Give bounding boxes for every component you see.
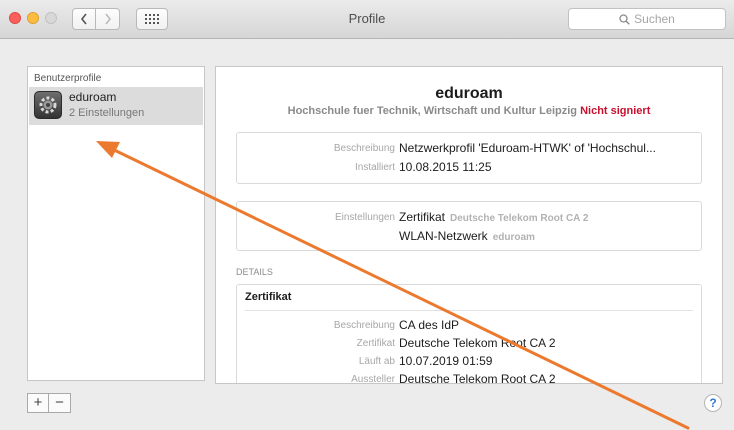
einstellungen-label: Einstellungen bbox=[334, 212, 395, 223]
divider bbox=[245, 310, 693, 311]
title-bar: Profile Suchen bbox=[0, 0, 734, 39]
signature-status: Nicht signiert bbox=[580, 105, 651, 117]
add-remove-controls: + − bbox=[27, 393, 71, 413]
sidebar-item-eduroam[interactable]: eduroam 2 Einstellungen bbox=[29, 87, 203, 125]
installiert-row: Installiert 10.08.2015 11:25 bbox=[237, 160, 701, 176]
settings-box: Einstellungen Zertifikat Deutsche Telekom… bbox=[236, 201, 702, 251]
profile-name: eduroam bbox=[69, 90, 117, 104]
beschreibung-row: Beschreibung Netzwerkprofil 'Eduroam-HTW… bbox=[237, 141, 701, 157]
profile-detail-pane[interactable]: eduroam Hochschule fuer Technik, Wirtsch… bbox=[215, 66, 723, 384]
detail-row: Beschreibung CA des IdP bbox=[237, 318, 701, 334]
sidebar-header: Benutzerprofile bbox=[34, 73, 102, 84]
detail-row: Läuft ab 10.07.2019 01:59 bbox=[237, 354, 701, 370]
remove-profile-button[interactable]: − bbox=[49, 393, 71, 413]
search-placeholder: Suchen bbox=[634, 12, 675, 26]
einstellungen-row: Einstellungen Zertifikat Deutsche Telekom… bbox=[237, 210, 701, 226]
organization-name: Hochschule fuer Technik, Wirtschaft und … bbox=[287, 105, 578, 117]
einstellung-type: Zertifikat bbox=[399, 210, 446, 224]
beschreibung-label: Beschreibung bbox=[333, 143, 395, 154]
einstellung-detail: eduroam bbox=[492, 232, 535, 243]
installiert-label: Installiert bbox=[354, 162, 395, 173]
help-button[interactable]: ? bbox=[704, 394, 722, 412]
profile-title: eduroam bbox=[435, 85, 503, 102]
certificate-section-title: Zertifikat bbox=[245, 291, 292, 303]
profile-settings-count: 2 Einstellungen bbox=[69, 107, 145, 119]
search-field[interactable]: Suchen bbox=[568, 8, 726, 30]
detail-label: Aussteller bbox=[351, 374, 395, 384]
profile-info-box: Beschreibung Netzwerkprofil 'Eduroam-HTW… bbox=[236, 132, 702, 184]
detail-value: Deutsche Telekom Root CA 2 bbox=[399, 336, 556, 350]
detail-value: 10.07.2019 01:59 bbox=[399, 354, 493, 368]
einstellung-item: WLAN-Netzwerk eduroam bbox=[399, 229, 535, 243]
detail-label: Beschreibung bbox=[333, 320, 395, 331]
detail-label: Läuft ab bbox=[358, 356, 395, 367]
profile-gear-icon bbox=[34, 91, 62, 119]
search-icon bbox=[619, 13, 630, 25]
detail-value: Deutsche Telekom Root CA 2 bbox=[399, 372, 556, 384]
detail-row: Aussteller Deutsche Telekom Root CA 2 bbox=[237, 372, 701, 384]
certificate-details-box: Zertifikat Beschreibung CA des IdP Zerti… bbox=[236, 284, 702, 384]
einstellungen-row-2: WLAN-Netzwerk eduroam bbox=[237, 229, 701, 245]
detail-row: Zertifikat Deutsche Telekom Root CA 2 bbox=[237, 336, 701, 352]
detail-value: CA des IdP bbox=[399, 318, 460, 332]
einstellung-detail: Deutsche Telekom Root CA 2 bbox=[450, 213, 589, 224]
einstellung-item: Zertifikat Deutsche Telekom Root CA 2 bbox=[399, 210, 588, 224]
beschreibung-value: Netzwerkprofil 'Eduroam-HTWK' of 'Hochsc… bbox=[399, 141, 656, 155]
add-profile-button[interactable]: + bbox=[27, 393, 49, 413]
einstellung-type: WLAN-Netzwerk bbox=[399, 229, 488, 243]
installiert-value: 10.08.2015 11:25 bbox=[399, 160, 492, 174]
profile-organization: Hochschule fuer Technik, Wirtschaft und … bbox=[216, 105, 722, 117]
detail-label: Zertifikat bbox=[356, 338, 395, 349]
profiles-sidebar: Benutzerprofile eduroam 2 Einstellungen bbox=[27, 66, 205, 381]
details-heading: DETAILS bbox=[236, 267, 273, 277]
